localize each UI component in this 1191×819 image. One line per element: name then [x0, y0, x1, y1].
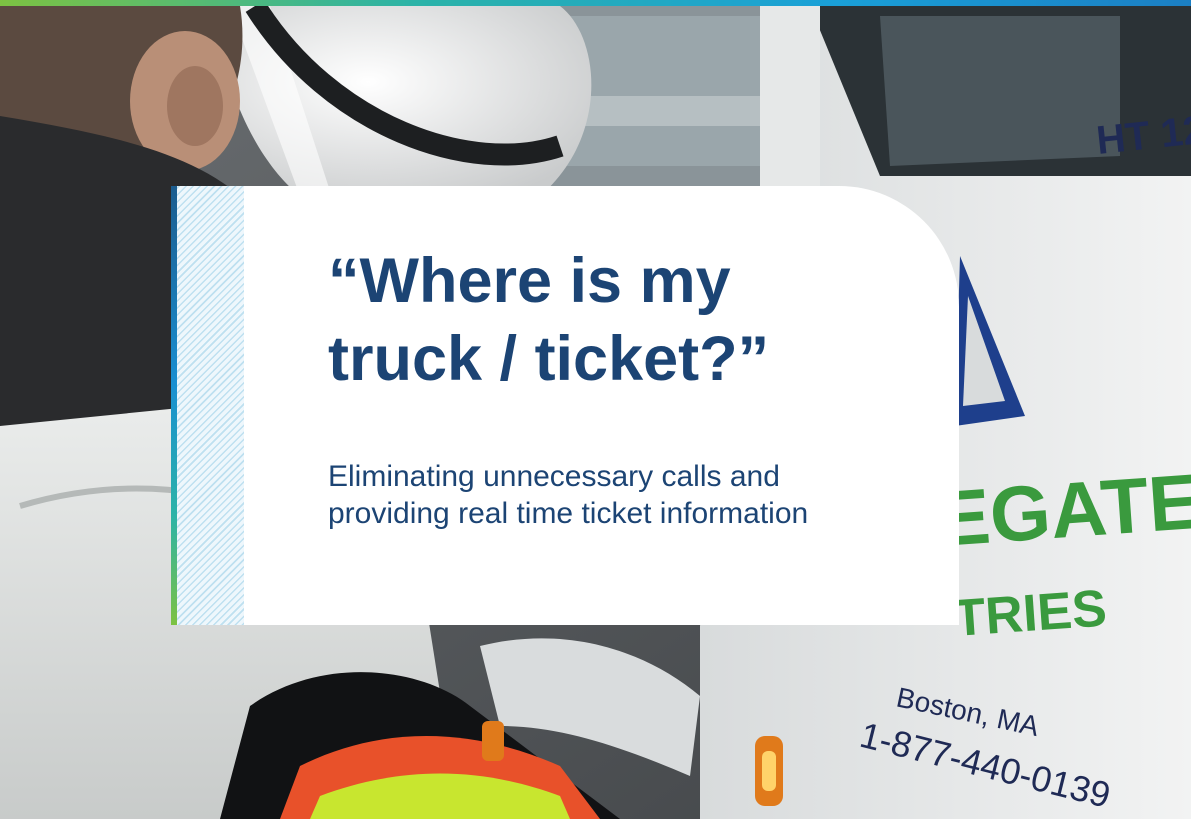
slide-subtitle: Eliminating unnecessary calls and provid…	[328, 460, 809, 530]
accent-bar	[0, 0, 1191, 6]
svg-text:TRIES: TRIES	[952, 579, 1109, 648]
decorative-stripe	[171, 186, 244, 625]
accent-edge	[171, 186, 177, 625]
title-card-body: “Where is my truck / ticket?” Eliminatin…	[244, 186, 959, 625]
svg-text:EGATE: EGATE	[935, 457, 1191, 563]
slide: HT 12'0 EGATE TRIES Boston, MA 1-877-440…	[0, 0, 1191, 819]
slide-title: “Where is my truck / ticket?”	[328, 246, 770, 394]
title-card: “Where is my truck / ticket?” Eliminatin…	[171, 186, 959, 625]
